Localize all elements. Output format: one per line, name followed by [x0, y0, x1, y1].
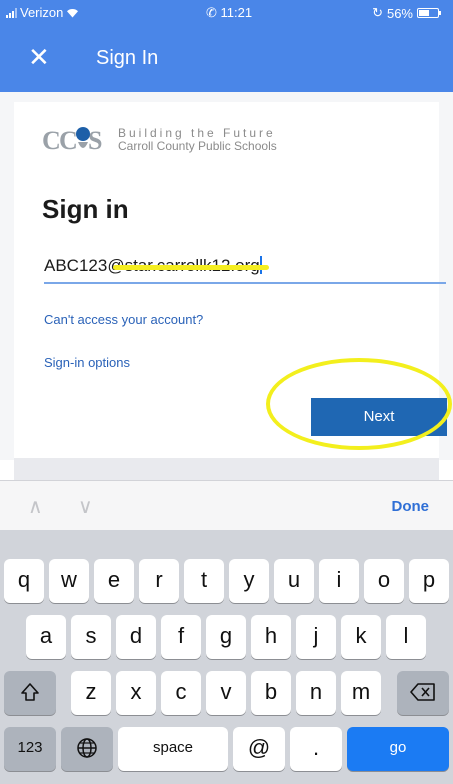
page-title: Sign In [96, 47, 159, 69]
chevron-up-icon[interactable]: ∧ [28, 494, 43, 519]
key-l[interactable]: l [386, 615, 426, 659]
battery-group: ↻ 56% [372, 5, 441, 21]
highlight-underline [113, 265, 269, 270]
app-header: ✕ Sign In [0, 26, 453, 92]
key-n[interactable]: n [296, 671, 336, 715]
key-i[interactable]: i [319, 559, 359, 603]
key-f[interactable]: f [161, 615, 201, 659]
key-u[interactable]: u [274, 559, 314, 603]
key-c[interactable]: c [161, 671, 201, 715]
signin-heading: Sign in [42, 194, 129, 224]
battery-percent: 56% [386, 5, 413, 21]
signin-options-link[interactable]: Sign-in options [44, 355, 130, 370]
wifi-icon [67, 8, 79, 17]
key-j[interactable]: j [296, 615, 336, 659]
key-e[interactable]: e [94, 559, 134, 603]
close-icon[interactable]: ✕ [28, 44, 50, 70]
carrier-group: Verizon [6, 5, 79, 20]
key-b[interactable]: b [251, 671, 291, 715]
logo-tagline: Building the Future Carroll County Publi… [118, 126, 277, 153]
svg-text:C: C [42, 126, 61, 155]
key-d[interactable]: d [116, 615, 156, 659]
at-key[interactable]: @ [233, 727, 285, 771]
keyboard-toolbar: ∧ ∨ Done [0, 480, 453, 530]
svg-text:S: S [88, 126, 102, 155]
status-bar: Verizon ✆ 11:21 ↻ 56% [0, 0, 453, 26]
globe-glyph [77, 738, 97, 758]
highlight-circle [266, 358, 452, 450]
chevron-down-icon[interactable]: ∨ [78, 494, 93, 519]
clock: ✆ 11:21 [206, 5, 253, 20]
numbers-key[interactable]: 123 [4, 727, 56, 771]
space-key[interactable]: space [118, 727, 228, 771]
done-button[interactable]: Done [392, 498, 430, 515]
key-x[interactable]: x [116, 671, 156, 715]
delete-icon[interactable] [397, 671, 449, 715]
key-p[interactable]: p [409, 559, 449, 603]
shift-glyph [21, 683, 39, 701]
key-y[interactable]: y [229, 559, 269, 603]
key-v[interactable]: v [206, 671, 246, 715]
key-a[interactable]: a [26, 615, 66, 659]
shift-icon[interactable] [4, 671, 56, 715]
key-r[interactable]: r [139, 559, 179, 603]
rotation-lock-icon: ↻ [372, 5, 383, 20]
key-w[interactable]: w [49, 559, 89, 603]
district-logo: CCS Building the Future Carroll County P… [42, 124, 277, 156]
key-g[interactable]: g [206, 615, 246, 659]
ccps-logo-icon: CC S [42, 126, 102, 155]
go-key[interactable]: go [347, 727, 449, 771]
period-key[interactable]: . [290, 727, 342, 771]
key-z[interactable]: z [71, 671, 111, 715]
key-h[interactable]: h [251, 615, 291, 659]
cant-access-account-link[interactable]: Can't access your account? [44, 312, 203, 327]
battery-icon [417, 8, 441, 18]
phone-call-icon: ✆ [206, 5, 217, 20]
globe-icon[interactable] [61, 727, 113, 771]
on-screen-keyboard: 123 space @ . go qwertyuiop asdfghjkl zxcv… [0, 530, 453, 784]
key-o[interactable]: o [364, 559, 404, 603]
key-m[interactable]: m [341, 671, 381, 715]
carrier-name: Verizon [20, 5, 64, 20]
signal-icon [6, 7, 17, 18]
key-s[interactable]: s [71, 615, 111, 659]
key-k[interactable]: k [341, 615, 381, 659]
key-t[interactable]: t [184, 559, 224, 603]
svg-text:C: C [59, 126, 78, 155]
key-q[interactable]: q [4, 559, 44, 603]
delete-glyph [410, 683, 435, 701]
battery-fill [419, 10, 429, 16]
card-footer-strip [14, 458, 439, 480]
